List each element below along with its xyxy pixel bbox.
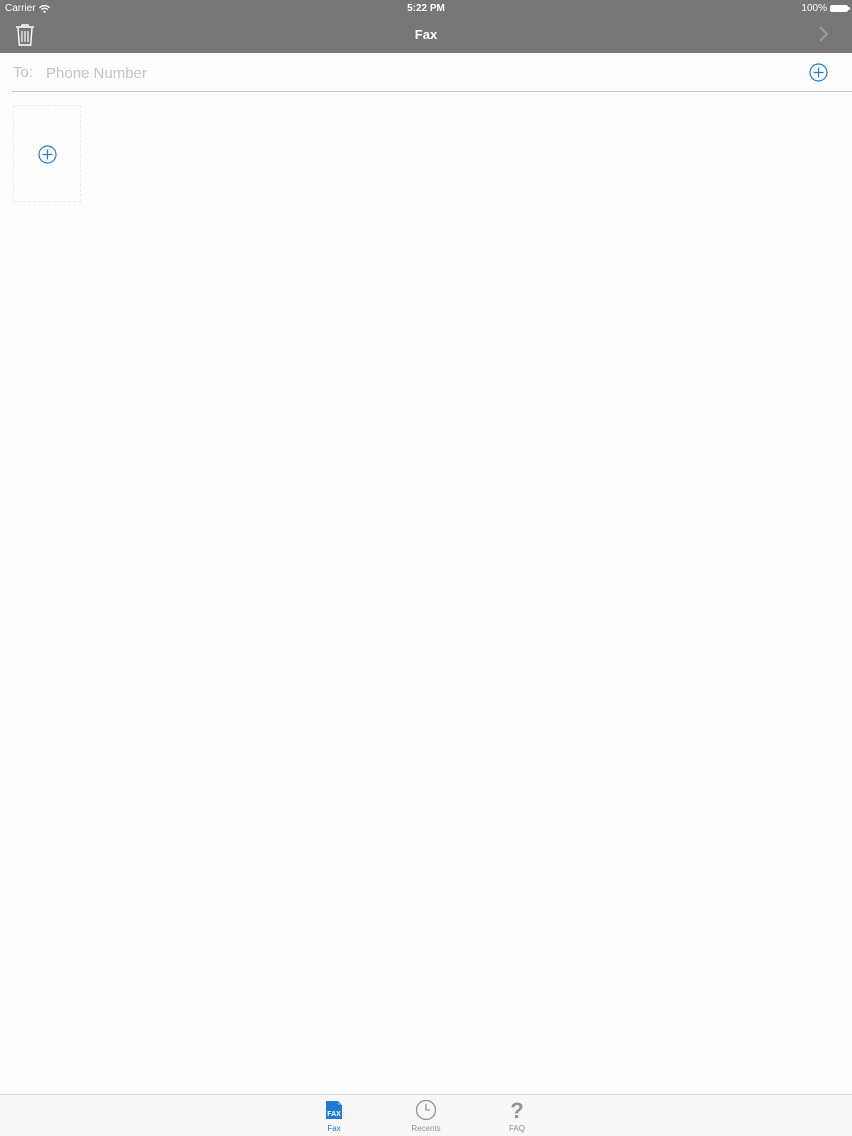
plus-circle-icon[interactable] (809, 63, 828, 82)
tab-label: Fax (327, 1124, 341, 1133)
fax-icon: FAX (326, 1101, 342, 1119)
recipient-row: To: (12, 54, 852, 92)
tab-bar: FAX Fax Recents ? FAQ (0, 1094, 852, 1136)
tab-recents[interactable]: Recents (396, 1095, 456, 1136)
navigation-bar: Carrier 5:22 PM 100% Fax (0, 0, 852, 53)
battery-icon (830, 5, 850, 12)
chevron-right-icon[interactable] (818, 25, 830, 43)
tab-label: FAQ (508, 1124, 525, 1133)
phone-number-input[interactable] (44, 60, 788, 86)
tab-fax[interactable]: FAX Fax (304, 1095, 364, 1136)
add-page-button[interactable] (13, 105, 81, 202)
tab-faq[interactable]: ? FAQ (487, 1095, 547, 1136)
battery-percent: 100% (801, 3, 827, 14)
status-battery: 100% (801, 3, 850, 14)
svg-text:FAX: FAX (327, 1111, 341, 1118)
page-title: Fax (414, 27, 438, 42)
question-mark-icon: ? (510, 1099, 523, 1121)
to-label: To: (13, 64, 34, 81)
status-time: 5:22 PM (407, 3, 445, 14)
plus-circle-icon (38, 145, 57, 164)
tab-label: Recents (411, 1124, 441, 1133)
fax-screen: Carrier 5:22 PM 100% Fax To: Phone Numbe… (0, 0, 852, 1136)
clock-icon (415, 1099, 437, 1121)
svg-text:?: ? (510, 1099, 523, 1121)
